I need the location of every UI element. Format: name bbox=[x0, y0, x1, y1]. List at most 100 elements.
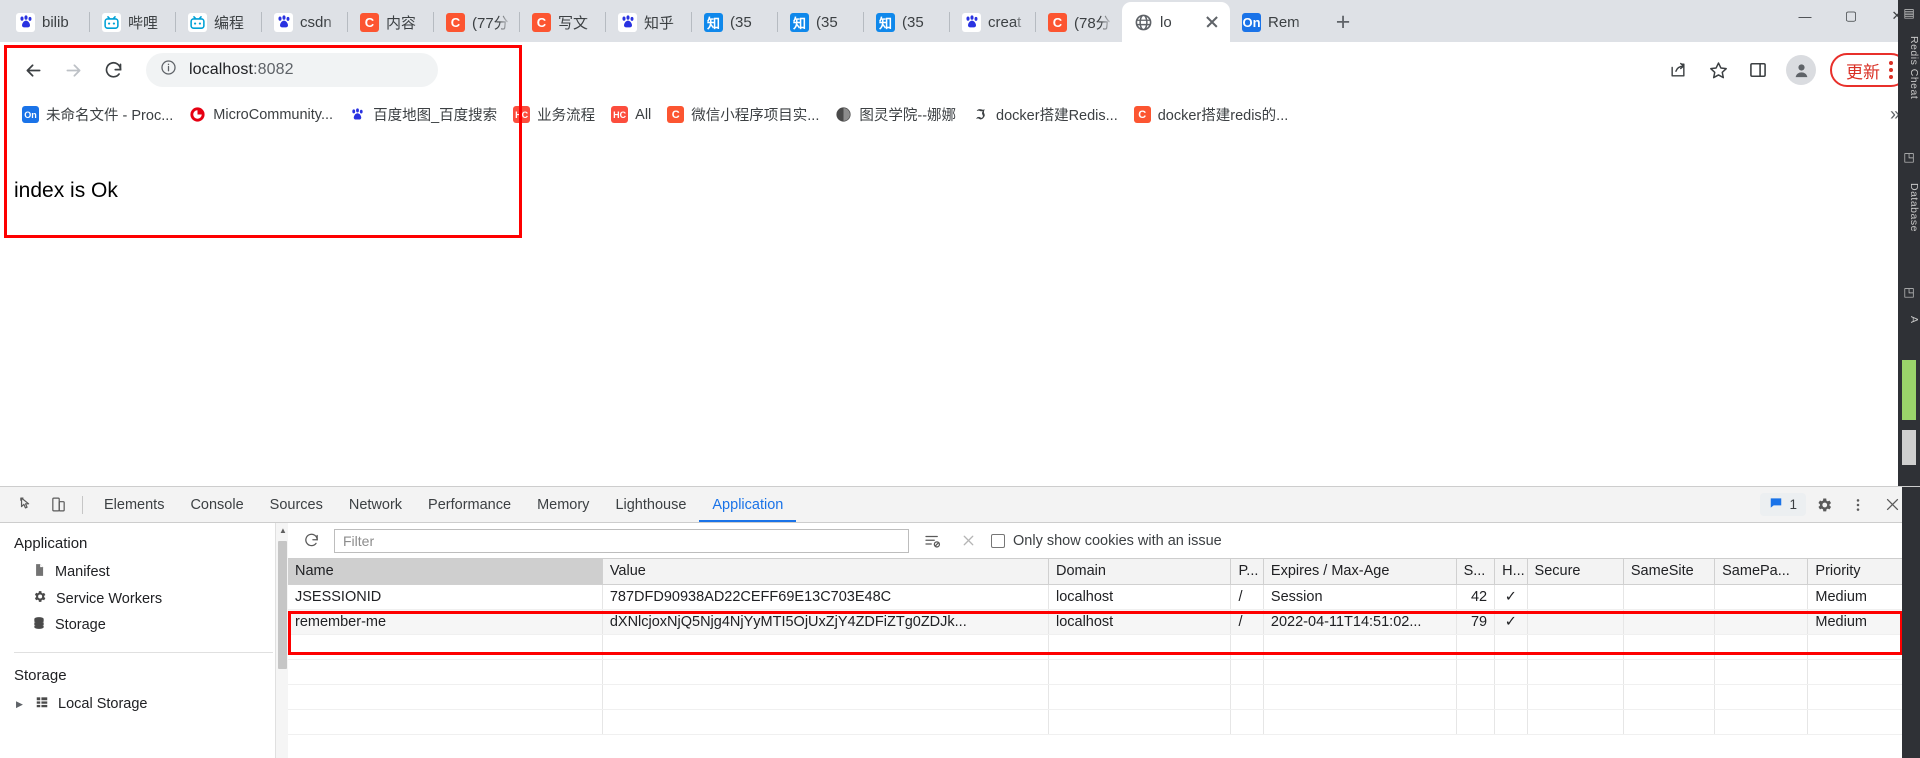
zhihu-icon: 知 bbox=[790, 12, 809, 32]
devtools-tab-memory[interactable]: Memory bbox=[524, 487, 602, 522]
gear-icon[interactable] bbox=[1808, 491, 1840, 519]
browser-toolbar: localhost:8082 更新 bbox=[0, 42, 1920, 98]
table-row[interactable]: JSESSIONID 787DFD90938AD22CEFF69E13C703E… bbox=[288, 584, 1920, 610]
column-header-path[interactable]: P... bbox=[1230, 559, 1264, 585]
column-header-expires[interactable]: Expires / Max-Age bbox=[1263, 559, 1457, 585]
tab-label: 知乎 bbox=[644, 14, 675, 32]
bookmark-item[interactable]: On 未命名文件 - Proc... bbox=[14, 100, 181, 129]
page-body-text: index is Ok bbox=[14, 179, 118, 202]
side-panel-icon[interactable] bbox=[1740, 52, 1776, 88]
device-toolbar-icon[interactable] bbox=[42, 491, 74, 519]
devtools-tab-application[interactable]: Application bbox=[699, 487, 796, 522]
bookmark-item[interactable]: MicroCommunity... bbox=[181, 102, 341, 127]
devtools-tab-sources[interactable]: Sources bbox=[257, 487, 336, 522]
browser-tab[interactable]: csdn bbox=[262, 2, 348, 42]
url-text: localhost:8082 bbox=[189, 61, 294, 79]
browser-tab[interactable]: 知 (35 bbox=[778, 2, 864, 42]
bookmark-item[interactable]: HC All bbox=[603, 102, 659, 127]
column-header-domain[interactable]: Domain bbox=[1048, 559, 1232, 585]
cookies-table: Name Value Domain P... Expires / Max-Age… bbox=[288, 559, 1920, 735]
clear-all-icon[interactable] bbox=[955, 528, 981, 554]
info-circle-icon[interactable] bbox=[160, 59, 177, 81]
browser-tab[interactable]: 知 (35 bbox=[864, 2, 950, 42]
browser-tab[interactable]: C 写文 bbox=[520, 2, 606, 42]
filter-input[interactable]: Filter bbox=[334, 528, 909, 553]
column-header-secure[interactable]: Secure bbox=[1527, 559, 1624, 585]
profile-avatar-icon[interactable] bbox=[1786, 55, 1816, 85]
tab-label: (35 bbox=[816, 13, 838, 31]
maximize-button[interactable]: ▢ bbox=[1828, 0, 1874, 32]
inspect-element-icon[interactable] bbox=[10, 491, 42, 519]
csdn-icon: C bbox=[1048, 12, 1067, 32]
refresh-icon[interactable] bbox=[298, 528, 324, 554]
browser-tab[interactable]: 知 (35 bbox=[692, 2, 778, 42]
sidebar-scrollbar[interactable]: ▲ bbox=[275, 523, 288, 758]
hc-icon: HC bbox=[513, 106, 531, 123]
bookmark-item[interactable]: C 微信小程序项目实... bbox=[659, 100, 827, 129]
sidebar-item-service-workers[interactable]: Service Workers bbox=[0, 585, 287, 612]
csdn-icon: C bbox=[446, 12, 465, 32]
message-count-badge[interactable]: 1 bbox=[1760, 493, 1806, 516]
address-bar[interactable]: localhost:8082 bbox=[146, 53, 438, 87]
share-icon[interactable] bbox=[1660, 52, 1696, 88]
close-icon[interactable] bbox=[1204, 14, 1220, 30]
forward-button[interactable] bbox=[54, 51, 92, 89]
checkbox-box[interactable] bbox=[991, 533, 1005, 548]
update-button[interactable]: 更新 bbox=[1830, 53, 1908, 87]
browser-tab[interactable]: C (77分 bbox=[434, 2, 520, 42]
browser-tab[interactable]: 编程 bbox=[176, 2, 262, 42]
bookmark-item[interactable]: C docker搭建redis的... bbox=[1126, 100, 1297, 129]
devtools-tab-elements[interactable]: Elements bbox=[91, 487, 177, 522]
sidebar-item-manifest[interactable]: Manifest bbox=[0, 559, 287, 585]
browser-tab[interactable]: bilib bbox=[4, 2, 90, 42]
browser-tab[interactable]: 知乎 bbox=[606, 2, 692, 42]
bilibili-icon bbox=[188, 12, 207, 32]
back-button[interactable] bbox=[14, 51, 52, 89]
column-header-httponly[interactable]: H... bbox=[1494, 559, 1528, 585]
column-header-samesite[interactable]: SameSite bbox=[1623, 559, 1716, 585]
browser-tab-pinned[interactable]: On Rem bbox=[1230, 2, 1318, 42]
tab-label: 写文 bbox=[558, 14, 589, 32]
devtools-body: Application Manifest Service Workers Sto… bbox=[0, 523, 1920, 758]
cell-sameparty bbox=[1714, 609, 1809, 635]
only-issues-checkbox[interactable]: Only show cookies with an issue bbox=[991, 533, 1222, 549]
tab-label: (77分 bbox=[472, 14, 509, 32]
sidebar-item-storage[interactable]: Storage bbox=[0, 612, 287, 638]
cell-httponly: ✓ bbox=[1494, 609, 1528, 635]
column-header-size[interactable]: S... bbox=[1456, 559, 1496, 585]
minimize-button[interactable]: — bbox=[1782, 0, 1828, 32]
scrollbar-thumb[interactable] bbox=[278, 541, 287, 669]
cell-expires: 2022-04-11T14:51:02... bbox=[1263, 609, 1457, 635]
chevron-right-icon[interactable]: ▶ bbox=[16, 699, 26, 710]
kebab-menu-icon[interactable] bbox=[1842, 491, 1874, 519]
scroll-up-arrow-icon[interactable]: ▲ bbox=[279, 526, 287, 535]
sidebar-section-storage: Storage bbox=[14, 667, 67, 684]
devtools-tab-performance[interactable]: Performance bbox=[415, 487, 524, 522]
devtools-tab-network[interactable]: Network bbox=[336, 487, 415, 522]
column-header-value[interactable]: Value bbox=[602, 559, 1049, 585]
table-row[interactable]: remember-me dXNlcjoxNjQ5Njg4NjYyMTI5OjUx… bbox=[288, 609, 1920, 635]
sidebar-item-local-storage[interactable]: ▶ Local Storage bbox=[0, 691, 287, 717]
devtools-tabbar-right: 1 bbox=[1760, 491, 1920, 519]
devtools-tab-console[interactable]: Console bbox=[177, 487, 256, 522]
bookmark-item[interactable]: 图灵学院--娜娜 bbox=[827, 100, 964, 129]
browser-tab[interactable]: C (78分 bbox=[1036, 2, 1122, 42]
column-header-name[interactable]: Name bbox=[288, 559, 603, 585]
column-header-sameparty[interactable]: SamePa... bbox=[1714, 559, 1809, 585]
cell-secure bbox=[1527, 584, 1624, 610]
reload-button[interactable] bbox=[94, 51, 132, 89]
browser-tab[interactable]: creat bbox=[950, 2, 1036, 42]
browser-tab[interactable]: C 内容 bbox=[348, 2, 434, 42]
new-tab-button[interactable]: + bbox=[1326, 5, 1360, 39]
cell-httponly: ✓ bbox=[1494, 584, 1528, 610]
bookmark-item[interactable]: 百度地图_百度搜索 bbox=[341, 100, 505, 129]
browser-tab[interactable]: 哔哩 bbox=[90, 2, 176, 42]
devtools-tab-lighthouse[interactable]: Lighthouse bbox=[602, 487, 699, 522]
kebab-menu-icon[interactable] bbox=[1886, 61, 1896, 79]
star-icon[interactable] bbox=[1700, 52, 1736, 88]
bookmark-item[interactable]: HC 业务流程 bbox=[505, 100, 603, 129]
filter-clear-icon[interactable] bbox=[919, 528, 945, 554]
message-count: 1 bbox=[1789, 497, 1797, 512]
bookmark-item[interactable]: ℑ docker搭建Redis... bbox=[964, 100, 1126, 129]
active-browser-tab[interactable]: lo bbox=[1122, 2, 1230, 42]
